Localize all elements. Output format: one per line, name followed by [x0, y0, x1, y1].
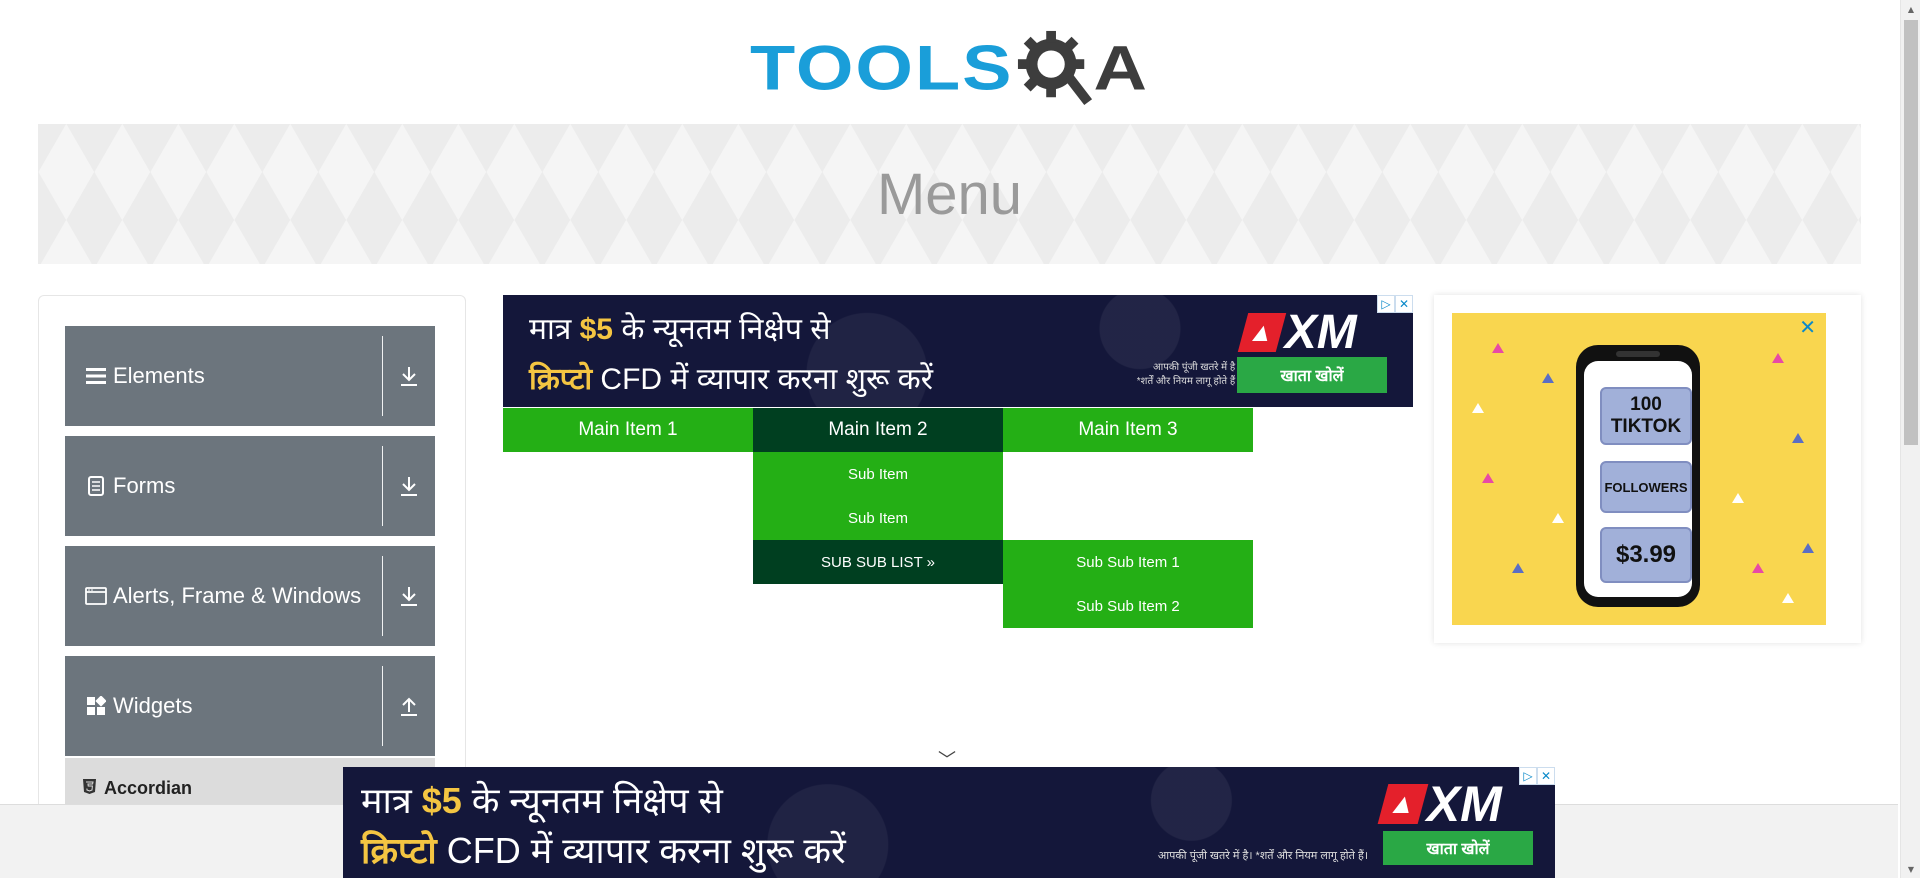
menu-main-item-3[interactable]: Main Item 3: [1003, 408, 1253, 452]
ad-open-account-button[interactable]: खाता खोलें: [1383, 831, 1533, 865]
scroll-down-arrow-icon[interactable]: ▼: [1901, 860, 1920, 878]
divider: [382, 666, 383, 746]
xm-bull-icon: ▲: [1377, 784, 1429, 824]
vertical-scrollbar[interactable]: ▲ ▼: [1900, 0, 1920, 878]
sidebar-group-forms[interactable]: Forms: [65, 436, 435, 536]
top-ad-banner[interactable]: मात्र $5 के न्यूनतम निक्षेप से क्रिप्टो …: [503, 295, 1413, 407]
confetti-shape: [1492, 343, 1504, 353]
logo-gear-magnifier-icon: [1017, 30, 1092, 106]
confetti-shape: [1542, 373, 1554, 383]
menu-sub-item-1[interactable]: Sub Item: [753, 452, 1003, 496]
html5-icon: [83, 778, 96, 798]
divider: [382, 336, 383, 416]
logo-text-tools: TOOLS: [750, 32, 1014, 103]
sidebar-group-elements[interactable]: Elements: [65, 326, 435, 426]
logo-text-a: A: [1093, 32, 1147, 103]
xm-logo: ▲ XM: [1237, 305, 1357, 360]
menu-main-item-2[interactable]: Main Item 2: [753, 408, 1003, 452]
phone-notch: [1616, 351, 1660, 357]
sidebar-group-widgets[interactable]: Widgets: [65, 656, 435, 756]
widgets-icon: [85, 695, 107, 717]
sidebar-item-label: Accordian: [104, 777, 193, 798]
scrollbar-thumb[interactable]: [1904, 20, 1918, 445]
sidebar-group-label: Widgets: [113, 693, 193, 718]
confetti-shape: [1482, 473, 1494, 483]
ad-headline: मात्र $5 के न्यूनतम निक्षेप से: [361, 780, 723, 821]
site-logo[interactable]: TOOLS A: [750, 18, 1147, 118]
ad-controls[interactable]: ▷ ✕: [1519, 767, 1555, 785]
bottom-ad-banner[interactable]: मात्र $5 के न्यूनतम निक्षेप से क्रिप्टो …: [343, 767, 1555, 878]
ad-controls[interactable]: ▷ ✕: [1377, 295, 1413, 313]
confetti-shape: [1772, 353, 1784, 363]
menu-main-item-1[interactable]: Main Item 1: [503, 408, 753, 452]
xm-logo: ▲ XM: [1377, 775, 1502, 833]
confetti-shape: [1752, 563, 1764, 573]
ad-subheadline: क्रिप्टो CFD में व्यापार करना शुरू करें: [361, 830, 846, 871]
page-banner: Menu: [38, 124, 1861, 264]
ad-close-icon[interactable]: ✕: [1537, 767, 1555, 785]
confetti-shape: [1472, 403, 1484, 413]
sidebar-group-alerts[interactable]: Alerts, Frame & Windows: [65, 546, 435, 646]
divider: [382, 446, 383, 526]
hamburger-icon: [85, 365, 107, 387]
ad-disclaimer: आपकी पूंजी खतरे में है। *शर्तें और नियम …: [1136, 362, 1239, 387]
phone-illustration: 100 TIKTOK FOLLOWERS $3.99: [1576, 345, 1700, 607]
page-title: Menu: [876, 161, 1023, 227]
ad-tile-price: $3.99: [1600, 527, 1692, 583]
window-icon: [85, 585, 107, 607]
ad-close-icon[interactable]: ✕: [1395, 295, 1413, 313]
phone-screen: 100 TIKTOK FOLLOWERS $3.99: [1584, 361, 1692, 597]
menu-sub-item-2[interactable]: Sub Item: [753, 496, 1003, 540]
document-icon: [85, 475, 107, 497]
ad-tile-followers: FOLLOWERS: [1600, 461, 1692, 513]
menu-sub-sub-list[interactable]: SUB SUB LIST »: [753, 540, 1003, 584]
confetti-shape: [1732, 493, 1744, 503]
xm-bull-icon: ▲: [1237, 313, 1286, 352]
download-arrow-icon[interactable]: [383, 546, 435, 646]
ad-open-account-button[interactable]: खाता खोलें: [1237, 357, 1387, 393]
download-arrow-icon[interactable]: [383, 326, 435, 426]
ad-headline: मात्र $5 के न्यूनतम निक्षेप से: [529, 313, 831, 346]
confetti-shape: [1552, 513, 1564, 523]
sidebar-group-label: Forms: [113, 473, 176, 498]
scroll-up-arrow-icon[interactable]: ▲: [1901, 0, 1920, 18]
upload-arrow-icon[interactable]: [383, 656, 435, 756]
tiktok-ad[interactable]: 100 TIKTOK FOLLOWERS $3.99 ✕: [1452, 313, 1826, 625]
ad-subheadline: क्रिप्टो CFD में व्यापार करना शुरू करें: [529, 363, 933, 396]
menu-sub-sub-item-2[interactable]: Sub Sub Item 2: [1003, 584, 1253, 628]
confetti-shape: [1782, 593, 1794, 603]
ad-tile-tiktok: 100 TIKTOK: [1600, 387, 1692, 445]
confetti-shape: [1792, 433, 1804, 443]
ad-info-icon[interactable]: ▷: [1377, 295, 1395, 313]
divider: [382, 556, 383, 636]
menu-sub-sub-item-1[interactable]: Sub Sub Item 1: [1003, 540, 1253, 584]
download-arrow-icon[interactable]: [383, 436, 435, 536]
close-icon[interactable]: ✕: [1799, 315, 1816, 339]
right-ad-panel[interactable]: 100 TIKTOK FOLLOWERS $3.99 ✕: [1434, 295, 1861, 643]
ad-info-icon[interactable]: ▷: [1519, 767, 1537, 785]
ad-disclaimer: आपकी पूंजी खतरे में है। *शर्तें और नियम …: [1157, 850, 1368, 862]
confetti-shape: [1802, 543, 1814, 553]
confetti-shape: [1512, 563, 1524, 573]
sidebar-group-label: Alerts, Frame & Windows: [113, 583, 362, 608]
sidebar-group-label: Elements: [113, 363, 205, 388]
